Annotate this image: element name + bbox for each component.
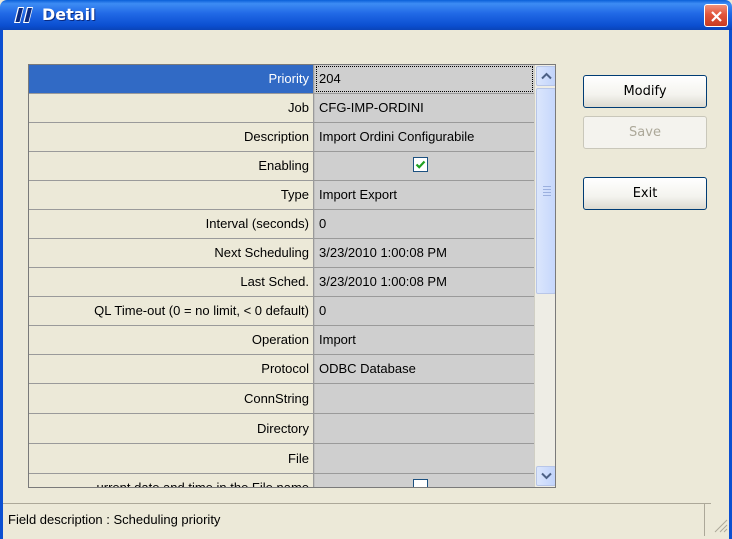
grid-row-enabling[interactable]: Enabling: [29, 152, 534, 181]
row-label: Directory: [29, 414, 314, 443]
row-label: Type: [29, 181, 314, 209]
row-label: Priority: [29, 65, 314, 93]
row-value[interactable]: ODBC Database: [315, 355, 534, 383]
field-description: Field description : Scheduling priority: [8, 512, 221, 527]
row-label: Job: [29, 94, 314, 122]
grid-row-interval[interactable]: Interval (seconds) 0: [29, 210, 534, 239]
grid-row-protocol[interactable]: Protocol ODBC Database: [29, 355, 534, 384]
row-label: File: [29, 444, 314, 473]
title-bar[interactable]: Detail: [0, 0, 732, 30]
status-bar: Field description : Scheduling priority: [3, 503, 711, 536]
grid-row-operation[interactable]: Operation Import: [29, 326, 534, 355]
row-value[interactable]: 204: [315, 65, 534, 93]
row-value[interactable]: 0: [315, 210, 534, 238]
chevron-down-icon: [541, 472, 552, 480]
row-label: Interval (seconds): [29, 210, 314, 238]
row-value[interactable]: CFG-IMP-ORDINI: [315, 94, 534, 122]
status-divider: [704, 503, 705, 536]
date-in-filename-checkbox[interactable]: [413, 479, 428, 487]
checkmark-icon: [415, 160, 426, 169]
row-label: Enabling: [29, 152, 314, 180]
grid-row-description[interactable]: Description Import Ordini Configurabile: [29, 123, 534, 152]
chevron-up-icon: [541, 72, 552, 80]
row-value[interactable]: Import Export: [315, 181, 534, 209]
grid-row-connstring[interactable]: ConnString: [29, 384, 534, 414]
row-label: urrent date and time in the File name: [29, 474, 314, 487]
property-grid[interactable]: Priority 204 Job CFG-IMP-ORDINI Descript…: [28, 64, 556, 488]
grid-row-sql-timeout[interactable]: QL Time-out (0 = no limit, < 0 default) …: [29, 297, 534, 326]
grid-row-job[interactable]: Job CFG-IMP-ORDINI: [29, 94, 534, 123]
scroll-up-button[interactable]: [536, 66, 555, 86]
row-value[interactable]: 0: [315, 297, 534, 325]
row-value[interactable]: 3/23/2010 1:00:08 PM: [315, 239, 534, 267]
grid-row-next-scheduling[interactable]: Next Scheduling 3/23/2010 1:00:08 PM: [29, 239, 534, 268]
scroll-down-button[interactable]: [536, 466, 555, 486]
row-value[interactable]: [315, 414, 534, 443]
row-label: Description: [29, 123, 314, 151]
row-label: Protocol: [29, 355, 314, 383]
row-value[interactable]: Import Ordini Configurabile: [315, 123, 534, 151]
row-label: ConnString: [29, 384, 314, 413]
scrollbar-thumb[interactable]: [536, 88, 555, 294]
close-button[interactable]: [704, 4, 728, 27]
enabling-checkbox[interactable]: [413, 157, 428, 172]
grid-row-directory[interactable]: Directory: [29, 414, 534, 444]
vertical-scrollbar[interactable]: [534, 65, 555, 487]
resize-grip-icon[interactable]: [712, 517, 728, 533]
grid-row-type[interactable]: Type Import Export: [29, 181, 534, 210]
grid-row-date-in-filename[interactable]: urrent date and time in the File name: [29, 474, 534, 487]
row-value[interactable]: 3/23/2010 1:00:08 PM: [315, 268, 534, 296]
row-label: Last Sched.: [29, 268, 314, 296]
close-icon: [711, 11, 722, 22]
row-value[interactable]: [315, 384, 534, 413]
row-label: Operation: [29, 326, 314, 354]
exit-button[interactable]: Exit: [583, 177, 707, 210]
row-value[interactable]: [315, 474, 534, 487]
row-value[interactable]: Import: [315, 326, 534, 354]
grid-row-file[interactable]: File: [29, 444, 534, 474]
modify-button[interactable]: Modify: [583, 75, 707, 108]
row-label: QL Time-out (0 = no limit, < 0 default): [29, 297, 314, 325]
grid-row-priority[interactable]: Priority 204: [29, 65, 534, 94]
row-value[interactable]: [315, 444, 534, 473]
save-button[interactable]: Save: [583, 116, 707, 149]
row-value[interactable]: [315, 152, 534, 180]
app-logo-icon: [14, 7, 33, 23]
grid-row-last-sched[interactable]: Last Sched. 3/23/2010 1:00:08 PM: [29, 268, 534, 297]
window-title: Detail: [42, 5, 96, 24]
row-label: Next Scheduling: [29, 239, 314, 267]
